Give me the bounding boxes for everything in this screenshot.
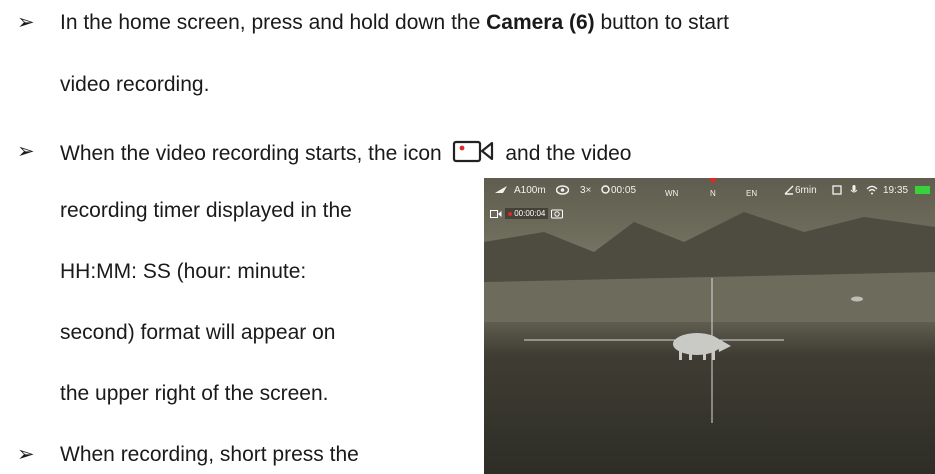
bullet-arrow: ➢ — [17, 11, 35, 34]
boar-silhouette — [673, 333, 731, 360]
text-line: When recording, short press the — [60, 443, 359, 466]
crosshair — [524, 278, 784, 423]
text-line: HH:MM: SS (hour: minute: — [60, 260, 307, 283]
bullet-arrow: ➢ — [17, 140, 35, 163]
text-line: When the video recording starts, the ico… — [60, 139, 631, 170]
text-line: the upper right of the screen. — [60, 382, 329, 405]
thermal-screenshot: A100m 3× 00:05 WN N EN 6min 19:35 00:00:… — [484, 178, 935, 474]
bullet-arrow: ➢ — [17, 443, 35, 466]
camera-button-label: Camera (6) — [486, 11, 595, 34]
text-line: recording timer displayed in the — [60, 199, 352, 222]
text-line: video recording. — [60, 73, 210, 96]
distant-animal — [851, 296, 863, 302]
video-record-icon — [452, 139, 496, 170]
text-line: second) format will appear on — [60, 321, 336, 344]
text-line: In the home screen, press and hold down … — [60, 11, 729, 34]
